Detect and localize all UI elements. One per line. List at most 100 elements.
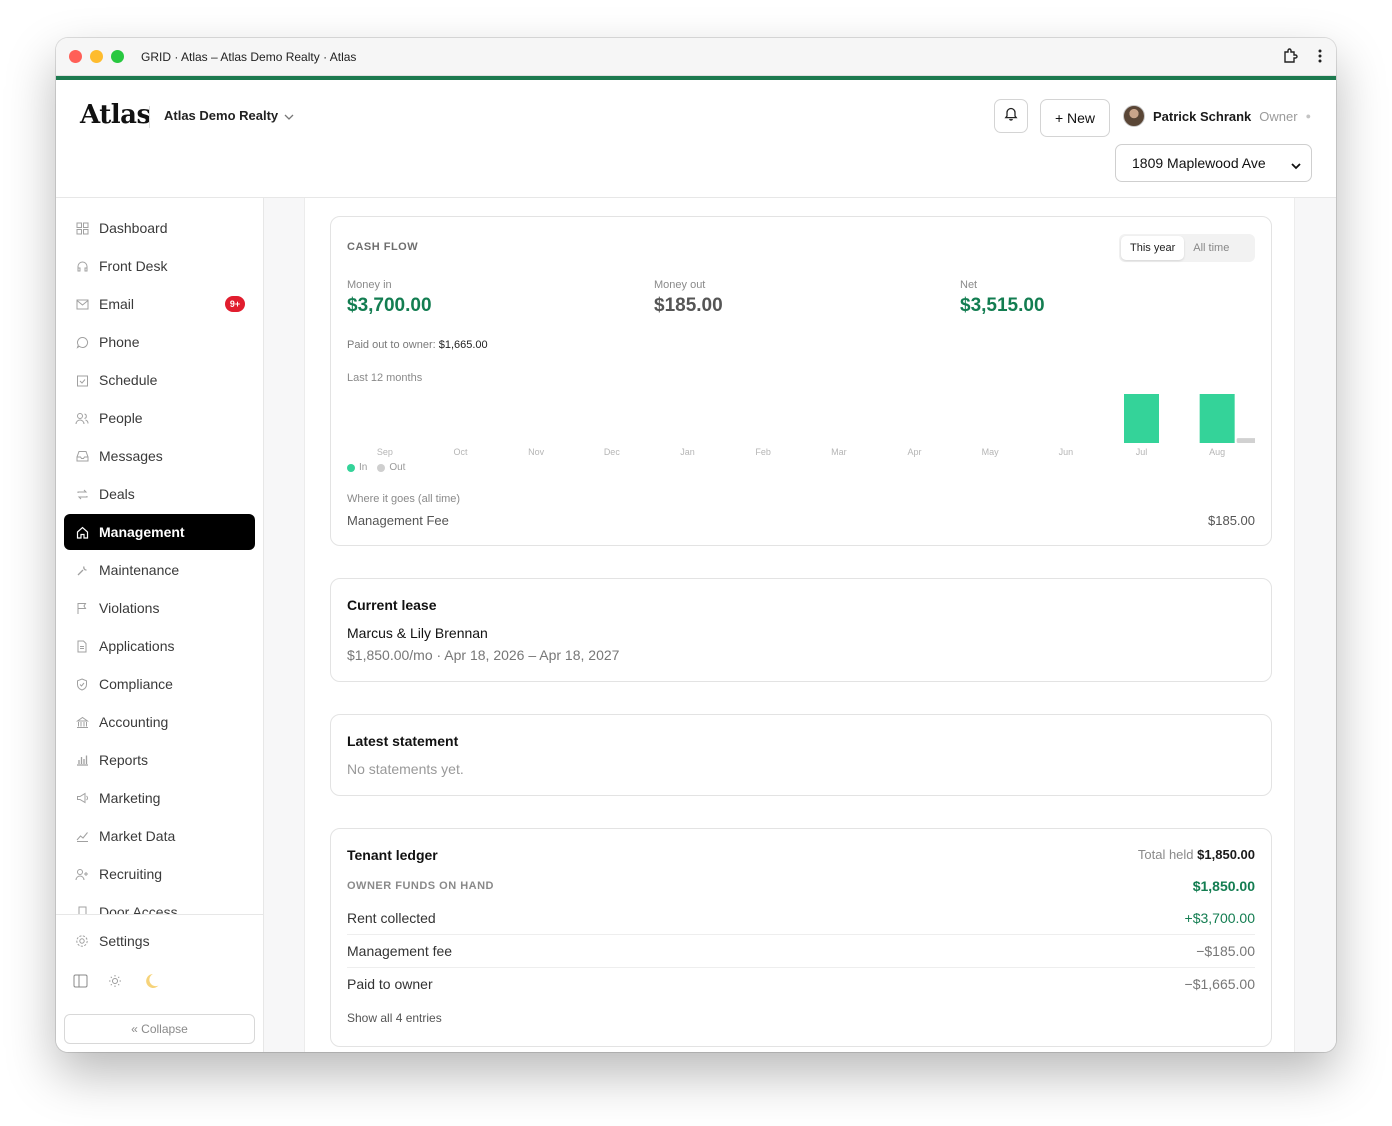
sidebar-item-dashboard[interactable]: Dashboard <box>64 210 255 246</box>
cash-flow-card: CASH FLOW This year All time Money in $3… <box>330 216 1272 546</box>
notifications-button[interactable] <box>994 99 1028 133</box>
sidebar-item-maintenance[interactable]: Maintenance <box>64 552 255 588</box>
empty-state: No statements yet. <box>347 761 464 777</box>
sidebar-item-email[interactable]: Email 9+ <box>64 286 255 322</box>
ledger-row: Rent collected +$3,700.00 <box>347 901 1255 934</box>
moon-icon[interactable] <box>142 972 160 995</box>
sidebar-item-deals[interactable]: Deals <box>64 476 255 512</box>
sidebar-item-applications[interactable]: Applications <box>64 628 255 664</box>
sidebar-item-schedule[interactable]: Schedule <box>64 362 255 398</box>
sidebar-item-label: Applications <box>99 638 175 654</box>
sidebar-item-label: Marketing <box>99 790 161 806</box>
bar-in-jul <box>1124 394 1159 443</box>
sidebar-item-door-access[interactable]: Door Access <box>64 894 255 914</box>
net-stat: Net $3,515.00 <box>960 279 1045 317</box>
sidebar-item-messages[interactable]: Messages <box>64 438 255 474</box>
app-window: GRID · Atlas – Atlas Demo Realty · Atlas… <box>56 38 1336 1052</box>
sidebar-item-label: Compliance <box>99 676 173 692</box>
toggle-all-time[interactable]: All time <box>1184 236 1238 260</box>
atlas-logo[interactable]: Atlas <box>80 100 151 130</box>
door-icon <box>75 905 89 914</box>
sidebar-item-market-data[interactable]: Market Data <box>64 818 255 854</box>
home-icon <box>75 525 89 539</box>
extensions-icon[interactable] <box>1282 48 1298 69</box>
stat-label: Money in <box>347 279 392 291</box>
people-icon <box>75 411 89 425</box>
x-tick-label: Jul <box>1136 447 1148 457</box>
ledger-label: Management fee <box>347 943 453 959</box>
x-tick-label: Jun <box>1059 447 1074 457</box>
sidebar-item-accounting[interactable]: Accounting <box>64 704 255 740</box>
wrench-icon <box>75 563 89 577</box>
sidebar-item-violations[interactable]: Violations <box>64 590 255 626</box>
stat-label: Net <box>960 279 978 291</box>
money-out-stat: Money out $185.00 <box>654 279 723 317</box>
new-button[interactable]: + New <box>1040 99 1110 137</box>
ledger-amount: +$3,700.00 <box>1184 909 1255 926</box>
funds-value: $1,850.00 <box>1192 878 1255 894</box>
main-area: CASH FLOW This year All time Money in $3… <box>264 198 1336 1052</box>
repeat-icon <box>75 487 89 501</box>
total-held-value: $1,850.00 <box>1197 847 1255 862</box>
window-title: GRID · Atlas – Atlas Demo Realty · Atlas <box>141 49 357 64</box>
show-all-entries-link[interactable]: Show all 4 entries <box>347 1011 442 1025</box>
sidebar-layout-icon[interactable] <box>73 974 88 993</box>
sidebar-item-label: Schedule <box>99 372 158 388</box>
sidebar-item-label: Deals <box>99 486 135 502</box>
sidebar-item-people[interactable]: People <box>64 400 255 436</box>
shield-icon <box>75 677 89 691</box>
ledger-label: Rent collected <box>347 909 436 926</box>
card-title: Tenant ledger <box>347 847 438 863</box>
sidebar: Dashboard Front Desk Email 9+ Phone Sche… <box>56 198 264 1052</box>
ledger-row: Management fee −$185.00 <box>347 934 1255 967</box>
sidebar-item-label: Email <box>99 296 135 312</box>
sidebar-item-compliance[interactable]: Compliance <box>64 666 255 702</box>
sidebar-item-recruiting[interactable]: Recruiting <box>64 856 255 892</box>
card-title: CASH FLOW <box>347 241 419 253</box>
user-name: Patrick Schrank <box>1153 108 1252 124</box>
title-bar: GRID · Atlas – Atlas Demo Realty · Atlas <box>56 38 1336 76</box>
x-tick-label: Nov <box>528 447 545 457</box>
chevron-down-icon <box>284 108 294 123</box>
close-window-button[interactable] <box>69 50 82 63</box>
sidebar-item-management[interactable]: Management <box>64 514 255 550</box>
chevron-down-icon <box>1291 157 1301 173</box>
stat-value: $185.00 <box>654 295 723 316</box>
ledger-amount: −$185.00 <box>1196 943 1255 959</box>
user-plus-icon <box>75 867 89 881</box>
minimize-window-button[interactable] <box>90 50 103 63</box>
property-select[interactable]: 1809 Maplewood Ave <box>1115 144 1312 182</box>
paid-out-label: Paid out to owner: <box>347 339 436 351</box>
period-toggle: This year All time <box>1119 234 1255 262</box>
bar-in-aug <box>1199 394 1235 443</box>
sidebar-item-label: Front Desk <box>99 258 168 274</box>
sidebar-item-label: Management <box>99 524 185 540</box>
sidebar-item-label: Accounting <box>99 714 169 730</box>
maximize-window-button[interactable] <box>111 50 124 63</box>
sidebar-item-phone[interactable]: Phone <box>64 324 255 360</box>
sidebar-item-label: Phone <box>99 334 140 350</box>
x-tick-label: Aug <box>1209 447 1225 457</box>
org-switcher[interactable]: Atlas Demo Realty <box>164 108 294 123</box>
sidebar-item-front-desk[interactable]: Front Desk <box>64 248 255 284</box>
user-menu[interactable]: Patrick Schrank Owner ● <box>1123 105 1311 127</box>
sidebar-item-reports[interactable]: Reports <box>64 742 255 778</box>
sidebar-item-settings[interactable]: Settings <box>64 923 255 959</box>
toggle-this-year[interactable]: This year <box>1121 236 1185 260</box>
sidebar-item-marketing[interactable]: Marketing <box>64 780 255 816</box>
sun-icon[interactable] <box>108 974 122 993</box>
collapse-sidebar-button[interactable]: « Collapse <box>64 1014 255 1044</box>
flag-icon <box>75 601 89 615</box>
ledger-label: Paid to owner <box>347 976 433 992</box>
breakdown-row: Management Fee $185.00 <box>347 513 1255 528</box>
current-lease-card[interactable]: Current lease Marcus & Lily Brennan $1,8… <box>330 578 1272 682</box>
stat-value: $3,515.00 <box>960 295 1045 316</box>
kebab-menu-icon[interactable] <box>1318 49 1322 68</box>
status-dot-icon: ● <box>1305 111 1312 121</box>
card-title: Latest statement <box>347 733 459 749</box>
x-tick-label: Jan <box>680 447 695 457</box>
bar-out-aug <box>1236 438 1255 443</box>
legend-in: In <box>347 462 367 473</box>
total-held-label: Total held <box>1137 847 1194 862</box>
theme-switcher <box>73 972 160 995</box>
